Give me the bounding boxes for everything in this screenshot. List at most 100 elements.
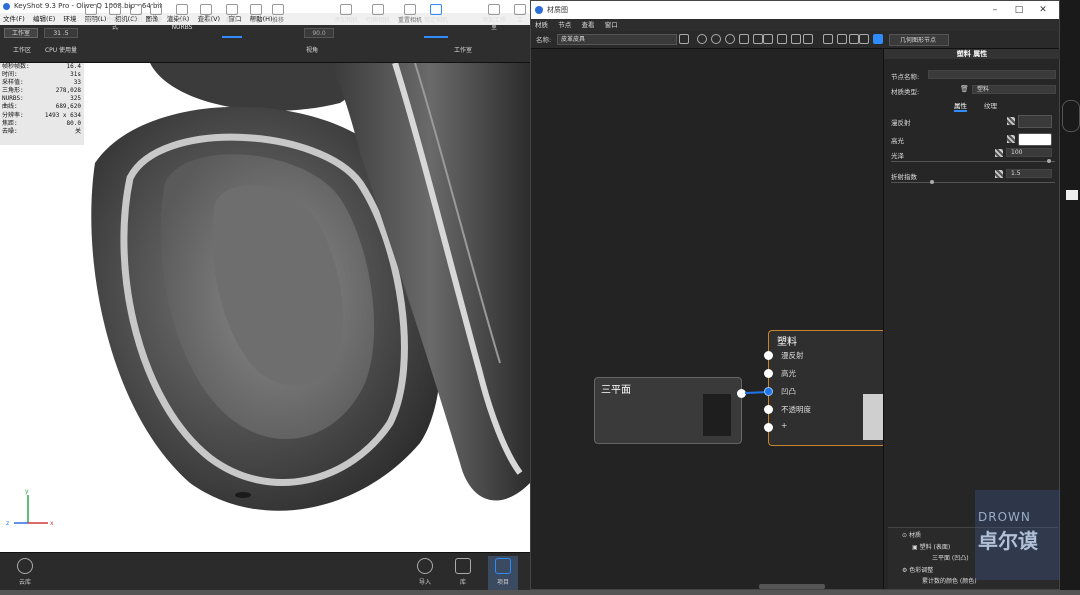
workspace-button[interactable]: 工作区: [6, 40, 38, 62]
tree-item-triplanar[interactable]: 三平面 (凹凸): [932, 553, 969, 562]
workspace-dropdown[interactable]: 工作室: [4, 28, 38, 38]
menu-edit[interactable]: 编辑(E): [30, 13, 58, 25]
import-button[interactable]: 导入: [410, 556, 440, 590]
tab-textures[interactable]: 纹理: [984, 100, 997, 110]
book-icon: [455, 558, 471, 574]
port-bump[interactable]: [764, 387, 773, 396]
minimize-button[interactable]: –: [983, 1, 1007, 19]
material-name-label: 名称:: [536, 36, 552, 44]
node-graph-canvas[interactable]: 三平面 塑料 漫反射 高光 凹凸 不透明度 +: [531, 49, 883, 589]
menu-view[interactable]: 查看: [577, 19, 598, 31]
node-name-input[interactable]: [928, 70, 1056, 79]
tree-item-plastic[interactable]: ▣ 塑料 (表面): [912, 542, 950, 551]
glossiness-input[interactable]: 100: [1006, 148, 1052, 157]
cycle-icon[interactable]: [711, 34, 721, 44]
specular-texture-icon[interactable]: [1007, 135, 1015, 143]
project-label: 项目: [496, 579, 509, 586]
port-diffuse-label: 漫反射: [781, 351, 804, 360]
canvas-horizontal-scrollbar[interactable]: [759, 584, 825, 589]
pan-button[interactable]: 平移: [246, 2, 266, 36]
grid-icon[interactable]: [823, 34, 833, 44]
tree-item-label: 塑料 (表面): [919, 544, 951, 551]
refraction-slider-track[interactable]: [891, 182, 1055, 183]
align-icon[interactable]: [837, 34, 847, 44]
cpu-usage-button[interactable]: CPU 使用量: [42, 40, 80, 62]
tree-root[interactable]: ⊙ 材质: [902, 530, 921, 539]
menu-nodes[interactable]: 节点: [554, 19, 575, 31]
delete-icon[interactable]: [791, 34, 801, 44]
refraction-input[interactable]: 1.5: [1006, 169, 1052, 178]
render-nurbs-button[interactable]: 渲染 NURBS: [170, 2, 194, 36]
lock-camera-button[interactable]: 锁定相机: [424, 2, 448, 38]
sort-icon[interactable]: [753, 34, 763, 44]
close-button[interactable]: ✕: [1031, 1, 1055, 19]
project-button[interactable]: 项目: [488, 556, 518, 590]
refraction-texture-icon[interactable]: [995, 170, 1003, 178]
node-add-icon[interactable]: [763, 34, 773, 44]
geometry-nodes-tab[interactable]: 几何图形节点: [889, 34, 949, 46]
tree-item-counted-color[interactable]: 累计数的颜色 (颜色): [922, 576, 977, 585]
port-specular-label: 高光: [781, 369, 796, 378]
library-button[interactable]: 库: [448, 556, 478, 590]
material-preview-ball[interactable]: [1062, 100, 1080, 132]
material-graph-menu: 材质 节点 查看 窗口: [531, 19, 1059, 31]
material-name-input[interactable]: 皮革皮具: [557, 34, 677, 45]
diffuse-texture-icon[interactable]: [1007, 117, 1015, 125]
fit-icon[interactable]: [859, 34, 869, 44]
layout-icon[interactable]: [777, 34, 787, 44]
toolbar-overflow-button[interactable]: 工: [512, 2, 528, 36]
stat-label: 帧秒帧数:: [2, 63, 30, 70]
port-specular[interactable]: [764, 369, 773, 378]
overflow-icon: [514, 4, 526, 15]
port-opacity[interactable]: [764, 405, 773, 414]
fov-spinner[interactable]: 90.0: [304, 28, 334, 38]
region-icon: [200, 4, 212, 15]
maximize-button[interactable]: □: [1007, 1, 1031, 19]
denoise-button[interactable]: 去噪: [146, 2, 166, 36]
copy-icon[interactable]: [803, 34, 813, 44]
frame-icon[interactable]: [849, 34, 859, 44]
reset-camera-button[interactable]: 重置相机: [398, 2, 422, 36]
refresh-icon[interactable]: [725, 34, 735, 44]
region-button[interactable]: 区域: [196, 2, 216, 36]
menu-window[interactable]: 窗口: [601, 19, 622, 31]
add-studio-button[interactable]: 添加工作室: [480, 2, 508, 36]
material-type-dropdown[interactable]: 塑料: [972, 85, 1056, 94]
stat-time: 时间: 31s: [0, 71, 84, 79]
pause-button[interactable]: 暂停: [82, 2, 100, 36]
plastic-node-title: 塑料: [777, 337, 797, 348]
specular-color-swatch[interactable]: [1018, 133, 1052, 146]
port-diffuse[interactable]: [764, 351, 773, 360]
perspective-button[interactable]: 视角: [300, 40, 324, 62]
trash-icon[interactable]: 🗑: [960, 85, 969, 93]
add-camera-button[interactable]: 添加相机: [334, 2, 358, 36]
glossiness-slider-track[interactable]: [891, 161, 1055, 162]
node-connection-wire: [744, 391, 770, 394]
menu-environment[interactable]: 环境: [60, 13, 79, 25]
reset-camera-label: 重置相机: [398, 17, 423, 24]
dolly-button[interactable]: 推移: [268, 2, 288, 36]
menu-file[interactable]: 文件(F): [0, 13, 28, 25]
diffuse-color-swatch[interactable]: [1018, 115, 1052, 128]
pin-icon[interactable]: [873, 34, 883, 44]
stat-label: 三角形:: [2, 87, 24, 95]
tab-properties[interactable]: 属性: [954, 100, 967, 112]
port-add[interactable]: [764, 423, 773, 432]
color-chip[interactable]: [1066, 190, 1078, 200]
menu-material[interactable]: 材质: [531, 19, 552, 31]
cpu-usage-spinner[interactable]: 31 .5: [44, 28, 78, 38]
tumble-button[interactable]: 翻滚: [222, 2, 242, 38]
glossiness-texture-icon[interactable]: [995, 149, 1003, 157]
refraction-slider-handle[interactable]: [930, 180, 934, 184]
material-ball-icon[interactable]: [697, 34, 707, 44]
studio-button[interactable]: 工作室: [450, 40, 476, 62]
port-add-label: +: [781, 421, 788, 430]
performance-mode-button[interactable]: 性能模式: [104, 2, 126, 36]
preview-icon[interactable]: [739, 34, 749, 44]
glossiness-slider-handle[interactable]: [1047, 159, 1051, 163]
gpu-button[interactable]: GPU: [128, 2, 144, 36]
cloud-library-button[interactable]: 云库: [10, 556, 40, 590]
switch-camera-button[interactable]: 切换相机: [366, 2, 390, 36]
tree-item-color-adjust[interactable]: ⚙ 色彩调整: [902, 565, 933, 574]
save-icon[interactable]: [679, 34, 689, 44]
